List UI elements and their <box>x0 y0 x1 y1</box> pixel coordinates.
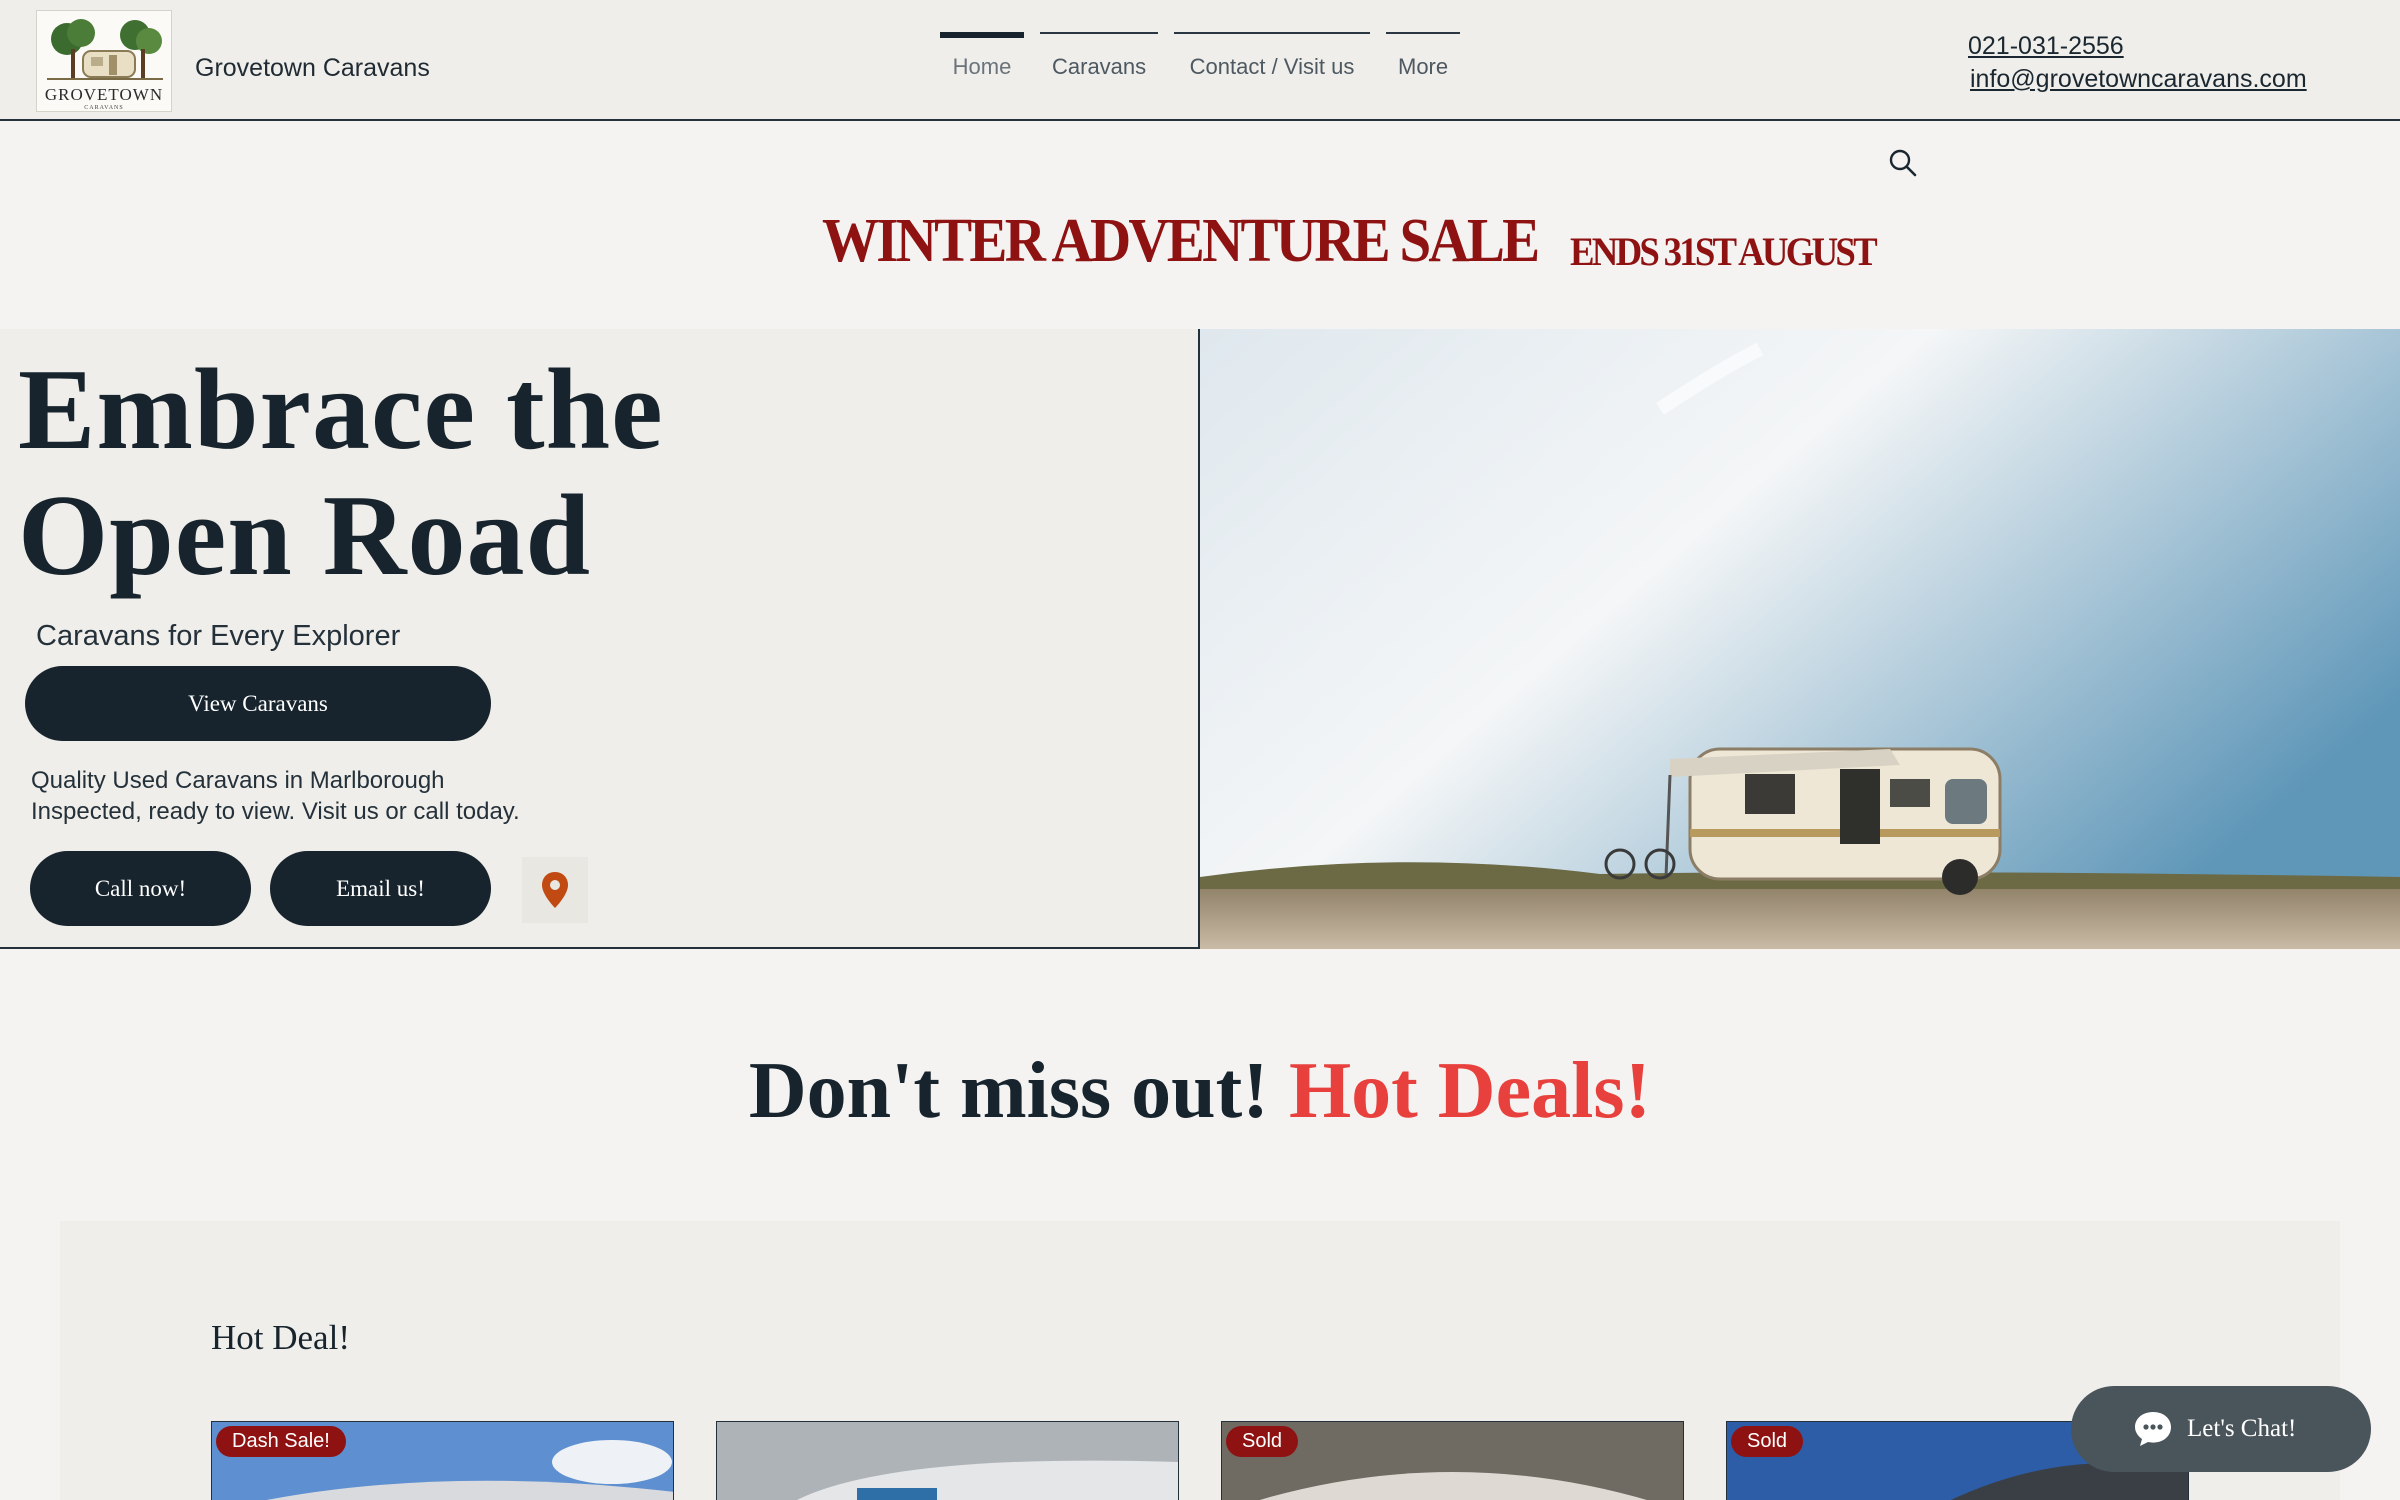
nav-more[interactable]: More <box>1386 32 1460 82</box>
view-caravans-button[interactable]: View Caravans <box>25 666 491 741</box>
hero-title-line1: Embrace the <box>18 346 664 474</box>
hero-description: Quality Used Caravans in Marlborough Ins… <box>31 765 520 827</box>
hero-desc-line1: Quality Used Caravans in Marlborough <box>31 767 445 794</box>
hero-desc-line2: Inspected, ready to view. Visit us or ca… <box>31 798 520 825</box>
hero-section: Embrace the Open Road Caravans for Every… <box>0 329 2400 949</box>
chat-bubble-icon <box>2135 1412 2171 1446</box>
deal-card[interactable] <box>716 1421 1179 1500</box>
email-link[interactable]: info@grovetowncaravans.com <box>1970 63 2307 96</box>
chat-label: Let's Chat! <box>2187 1415 2297 1442</box>
location-pin-icon[interactable] <box>522 857 588 923</box>
phone-link[interactable]: 021-031-2556 <box>1968 30 2307 63</box>
hero-title-line2: Open Road <box>18 472 592 600</box>
deals-heading: Don't miss out! Hot Deals! <box>0 1046 2400 1137</box>
deal-card-image <box>717 1422 1178 1500</box>
hot-deal-label: Hot Deal! <box>211 1318 350 1357</box>
deal-badge: Sold <box>1731 1426 1804 1457</box>
email-us-button[interactable]: Email us! <box>270 851 491 926</box>
header-contact: 021-031-2556 info@grovetowncaravans.com <box>1968 30 2307 96</box>
nav-caravans[interactable]: Caravans <box>1040 32 1158 82</box>
deal-card[interactable]: Sold <box>1221 1421 1684 1500</box>
sale-banner: WINTER ADVENTURE SALE ENDS 31ST AUGUST <box>822 206 1878 277</box>
site-name[interactable]: Grovetown Caravans <box>195 54 430 83</box>
nav-home[interactable]: Home <box>940 32 1024 82</box>
site-header: GROVETOWN CARAVANS Grovetown Caravans Ho… <box>0 0 2400 121</box>
deal-badge: Dash Sale! <box>216 1426 346 1457</box>
hero-subtitle: Caravans for Every Explorer <box>36 620 401 652</box>
hero-caravan-image <box>1198 329 2400 949</box>
deals-heading-part1: Don't miss out! <box>748 1047 1269 1135</box>
site-logo[interactable]: GROVETOWN CARAVANS <box>36 10 172 112</box>
chat-button[interactable]: Let's Chat! <box>2071 1386 2371 1472</box>
sale-ends: ENDS 31ST AUGUST <box>1570 229 1878 274</box>
deals-heading-part2: Hot Deals! <box>1288 1047 1652 1135</box>
search-icon[interactable] <box>1888 148 1918 178</box>
deal-badge: Sold <box>1226 1426 1299 1457</box>
hero-title: Embrace the Open Road <box>18 347 664 599</box>
logo-brand-text: GROVETOWN <box>44 85 164 104</box>
nav-contact[interactable]: Contact / Visit us <box>1174 32 1370 82</box>
sale-title: WINTER ADVENTURE SALE <box>822 207 1540 275</box>
logo-sub-text: CARAVANS <box>84 105 124 111</box>
call-now-button[interactable]: Call now! <box>30 851 251 926</box>
main-nav: Home Caravans Contact / Visit us More <box>940 32 1460 82</box>
deal-card[interactable]: Dash Sale! <box>211 1421 674 1500</box>
